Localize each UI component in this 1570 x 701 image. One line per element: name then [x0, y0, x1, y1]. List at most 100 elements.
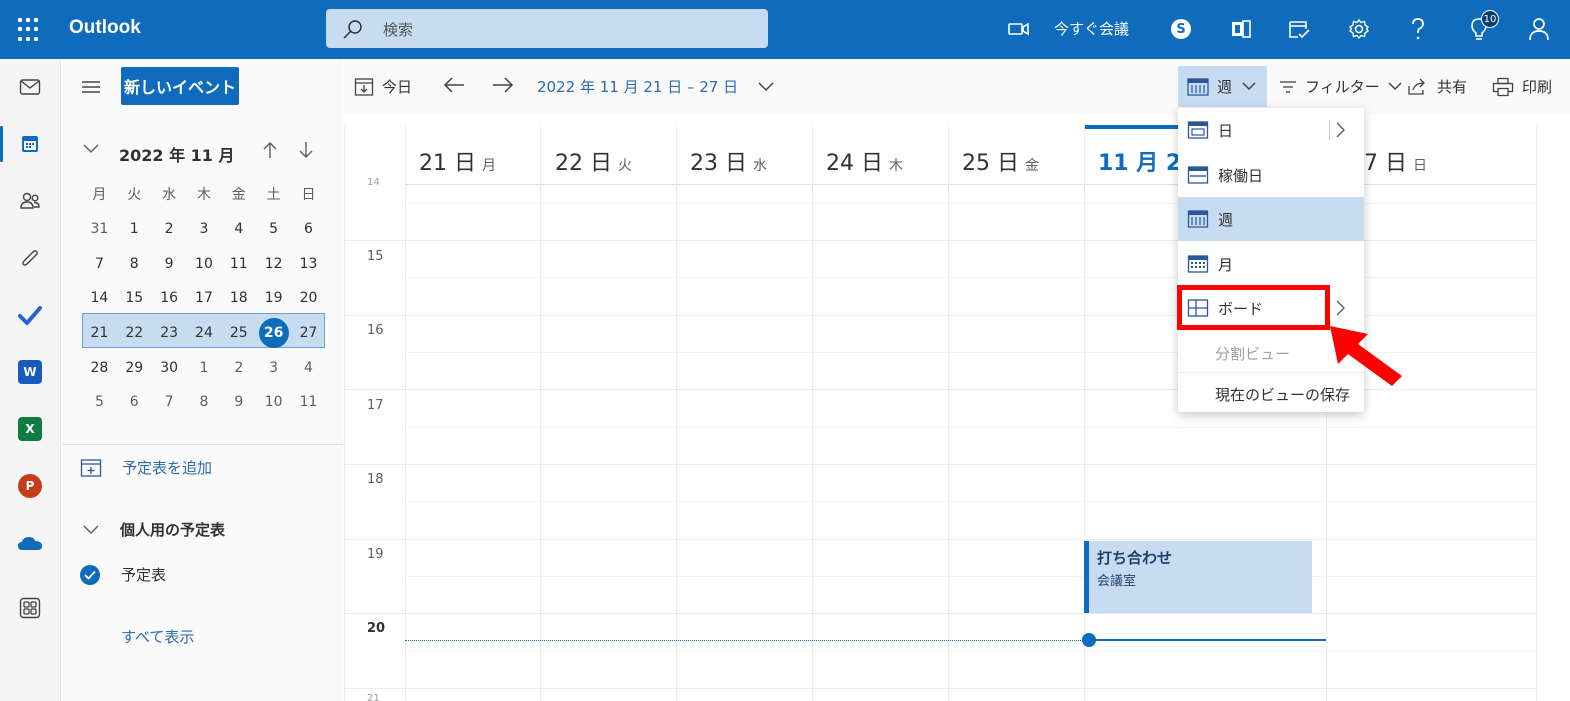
today-button[interactable]: 今日 — [354, 76, 412, 97]
date-cell[interactable]: 12 — [256, 256, 291, 272]
app-launcher-icon[interactable] — [18, 18, 42, 42]
view-menu-item-day[interactable]: 日 — [1178, 108, 1364, 152]
date-cell[interactable]: 3 — [256, 360, 291, 376]
my-day-button[interactable] — [1285, 15, 1313, 43]
date-cell[interactable]: 9 — [152, 256, 187, 272]
date-cell[interactable]: 17 — [187, 290, 222, 306]
checkmark-circle-icon[interactable] — [80, 564, 100, 585]
date-cell[interactable]: 8 — [117, 256, 152, 272]
mini-calendar-title[interactable]: 2022 年 11 月 — [119, 142, 235, 166]
date-cell[interactable]: 19 — [256, 290, 291, 306]
date-cell[interactable]: 10 — [187, 256, 222, 272]
next-month-icon[interactable] — [298, 141, 314, 159]
date-cell[interactable]: 7 — [82, 256, 117, 272]
filter-button[interactable]: フィルター — [1279, 76, 1410, 97]
calendar-item-label: 予定表 — [121, 566, 167, 584]
date-cell[interactable]: 31 — [82, 221, 117, 237]
date-cell[interactable]: 11 — [291, 394, 326, 410]
date-cell[interactable]: 29 — [117, 360, 152, 376]
date-cell[interactable]: 18 — [221, 290, 256, 306]
calendar-group-label: 個人用の予定表 — [120, 521, 226, 539]
date-cell[interactable]: 2 — [221, 360, 256, 376]
print-button[interactable]: 印刷 — [1492, 76, 1552, 97]
people-button[interactable] — [16, 187, 44, 215]
new-event-button[interactable]: 新しいイベント — [121, 67, 239, 105]
account-button[interactable] — [1525, 15, 1553, 43]
add-calendar-button[interactable]: 予定表を追加 — [80, 457, 212, 478]
date-cell[interactable]: 5 — [256, 221, 291, 237]
onedrive-button[interactable] — [16, 529, 44, 557]
date-cell[interactable]: 7 — [152, 394, 187, 410]
date-cell[interactable]: 1 — [117, 221, 152, 237]
excel-button[interactable]: X — [16, 415, 44, 443]
date-cell[interactable]: 5 — [82, 394, 117, 410]
view-menu-item-month[interactable]: 月 — [1178, 242, 1364, 286]
day-header[interactable]: 21 日月 — [405, 125, 540, 185]
day-header[interactable]: 25 日金 — [948, 125, 1083, 185]
date-cell[interactable]: 4 — [291, 360, 326, 376]
date-cell[interactable]: 24 — [187, 325, 222, 341]
collapse-chevron-icon[interactable] — [82, 143, 100, 155]
date-cell[interactable]: 27 — [291, 325, 326, 341]
app-title[interactable]: Outlook — [69, 17, 141, 39]
date-cell[interactable]: 16 — [152, 290, 187, 306]
date-cell[interactable]: 30 — [152, 360, 187, 376]
show-all-link[interactable]: すべて表示 — [121, 626, 194, 647]
date-cell[interactable]: 8 — [187, 394, 222, 410]
view-menu-item-workweek[interactable]: 稼働日 — [1178, 153, 1364, 197]
files-button[interactable] — [16, 244, 44, 272]
date-cell[interactable]: 6 — [291, 221, 326, 237]
calendar-item[interactable]: 予定表 — [80, 564, 166, 585]
date-cell[interactable]: 20 — [291, 290, 326, 306]
previous-week-button[interactable] — [443, 76, 473, 94]
search-box[interactable]: 検索 — [326, 9, 768, 48]
previous-month-icon[interactable] — [262, 141, 278, 159]
word-button[interactable]: W — [16, 358, 44, 386]
word-icon: W — [18, 360, 42, 384]
next-week-button[interactable] — [492, 76, 522, 94]
today-date-cell[interactable]: 26 — [256, 318, 291, 349]
day-header[interactable]: 23 日水 — [676, 125, 811, 185]
paperclip-icon — [22, 250, 38, 266]
hamburger-menu-icon[interactable] — [82, 79, 100, 98]
calendar-event[interactable]: 打ち合わせ 会議室 — [1084, 541, 1312, 613]
date-cell[interactable]: 25 — [221, 325, 256, 341]
skype-button[interactable]: S — [1167, 15, 1195, 43]
date-cell[interactable]: 1 — [187, 360, 222, 376]
hour-label: 14 — [367, 177, 380, 188]
day-header[interactable]: 24 日木 — [812, 125, 947, 185]
chevron-right-icon[interactable] — [1335, 122, 1345, 138]
search-placeholder[interactable]: 検索 — [383, 19, 413, 40]
view-menu-item-week[interactable]: 週 — [1178, 197, 1364, 241]
chevron-right-icon[interactable] — [1335, 300, 1345, 316]
calendar-button[interactable] — [16, 130, 44, 158]
mail-button[interactable] — [16, 73, 44, 101]
date-cell[interactable]: 3 — [187, 221, 222, 237]
date-cell[interactable]: 15 — [117, 290, 152, 306]
whats-new-button[interactable]: 10 — [1465, 10, 1499, 43]
date-cell[interactable]: 23 — [152, 325, 187, 341]
office-apps-button[interactable] — [1227, 15, 1255, 43]
date-cell[interactable]: 22 — [117, 325, 152, 341]
date-cell[interactable]: 28 — [82, 360, 117, 376]
date-cell[interactable]: 13 — [291, 256, 326, 272]
more-apps-button[interactable] — [16, 594, 44, 622]
date-range-picker[interactable]: 2022 年 11 月 21 日 – 27 日 — [537, 76, 782, 97]
day-header[interactable]: 22 日火 — [541, 125, 676, 185]
share-button[interactable]: 共有 — [1407, 76, 1467, 97]
help-button[interactable] — [1404, 15, 1432, 43]
date-cell[interactable]: 4 — [221, 221, 256, 237]
date-cell[interactable]: 2 — [152, 221, 187, 237]
view-switcher-button[interactable]: 週 — [1178, 66, 1267, 107]
calendar-group-header[interactable]: 個人用の予定表 — [82, 519, 225, 540]
todo-button[interactable] — [16, 301, 44, 329]
powerpoint-button[interactable]: P — [16, 472, 44, 500]
date-cell[interactable]: 6 — [117, 394, 152, 410]
date-cell[interactable]: 11 — [221, 256, 256, 272]
date-cell[interactable]: 14 — [82, 290, 117, 306]
date-cell[interactable]: 9 — [221, 394, 256, 410]
date-cell[interactable]: 10 — [256, 394, 291, 410]
meet-now-button[interactable]: 今すぐ会議 — [1008, 18, 1129, 39]
settings-button[interactable] — [1345, 15, 1373, 43]
date-cell[interactable]: 21 — [82, 325, 117, 341]
